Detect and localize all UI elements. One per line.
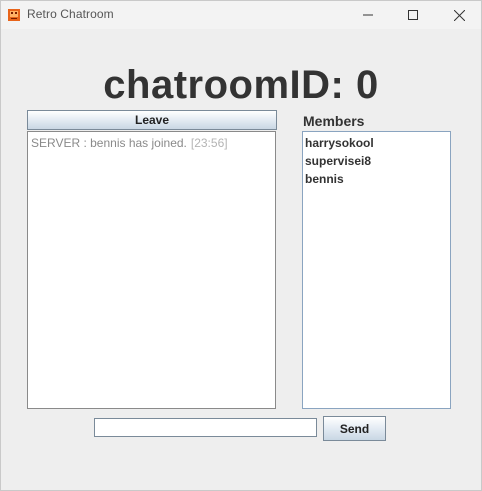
- chat-messages-area[interactable]: SERVER : bennis has joined. [23:56]: [27, 131, 276, 409]
- maximize-button[interactable]: [390, 1, 436, 29]
- members-list[interactable]: harrysokool supervisei8 bennis: [302, 131, 451, 409]
- member-item[interactable]: harrysokool: [304, 134, 449, 152]
- minimize-button[interactable]: [345, 1, 391, 29]
- title-bar[interactable]: Retro Chatroom: [1, 1, 481, 29]
- close-button[interactable]: [436, 1, 482, 29]
- member-item[interactable]: bennis: [304, 170, 449, 188]
- chat-message: SERVER : bennis has joined. [23:56]: [31, 136, 272, 150]
- chat-message-timestamp: [23:56]: [190, 136, 228, 150]
- send-button[interactable]: Send: [323, 416, 386, 441]
- chat-message-text: SERVER : bennis has joined.: [31, 136, 187, 150]
- close-icon: [453, 9, 465, 21]
- message-input[interactable]: [94, 418, 317, 437]
- maximize-icon: [408, 10, 418, 20]
- window-title: Retro Chatroom: [27, 7, 114, 21]
- minimize-icon: [363, 14, 373, 16]
- member-item[interactable]: supervisei8: [304, 152, 449, 170]
- app-window: Retro Chatroom chatroomID: 0 Leave SERVE…: [0, 0, 482, 491]
- app-icon: [8, 8, 20, 21]
- leave-button[interactable]: Leave: [27, 110, 277, 130]
- members-heading: Members: [303, 113, 365, 129]
- chatroom-title: chatroomID: 0: [103, 63, 379, 107]
